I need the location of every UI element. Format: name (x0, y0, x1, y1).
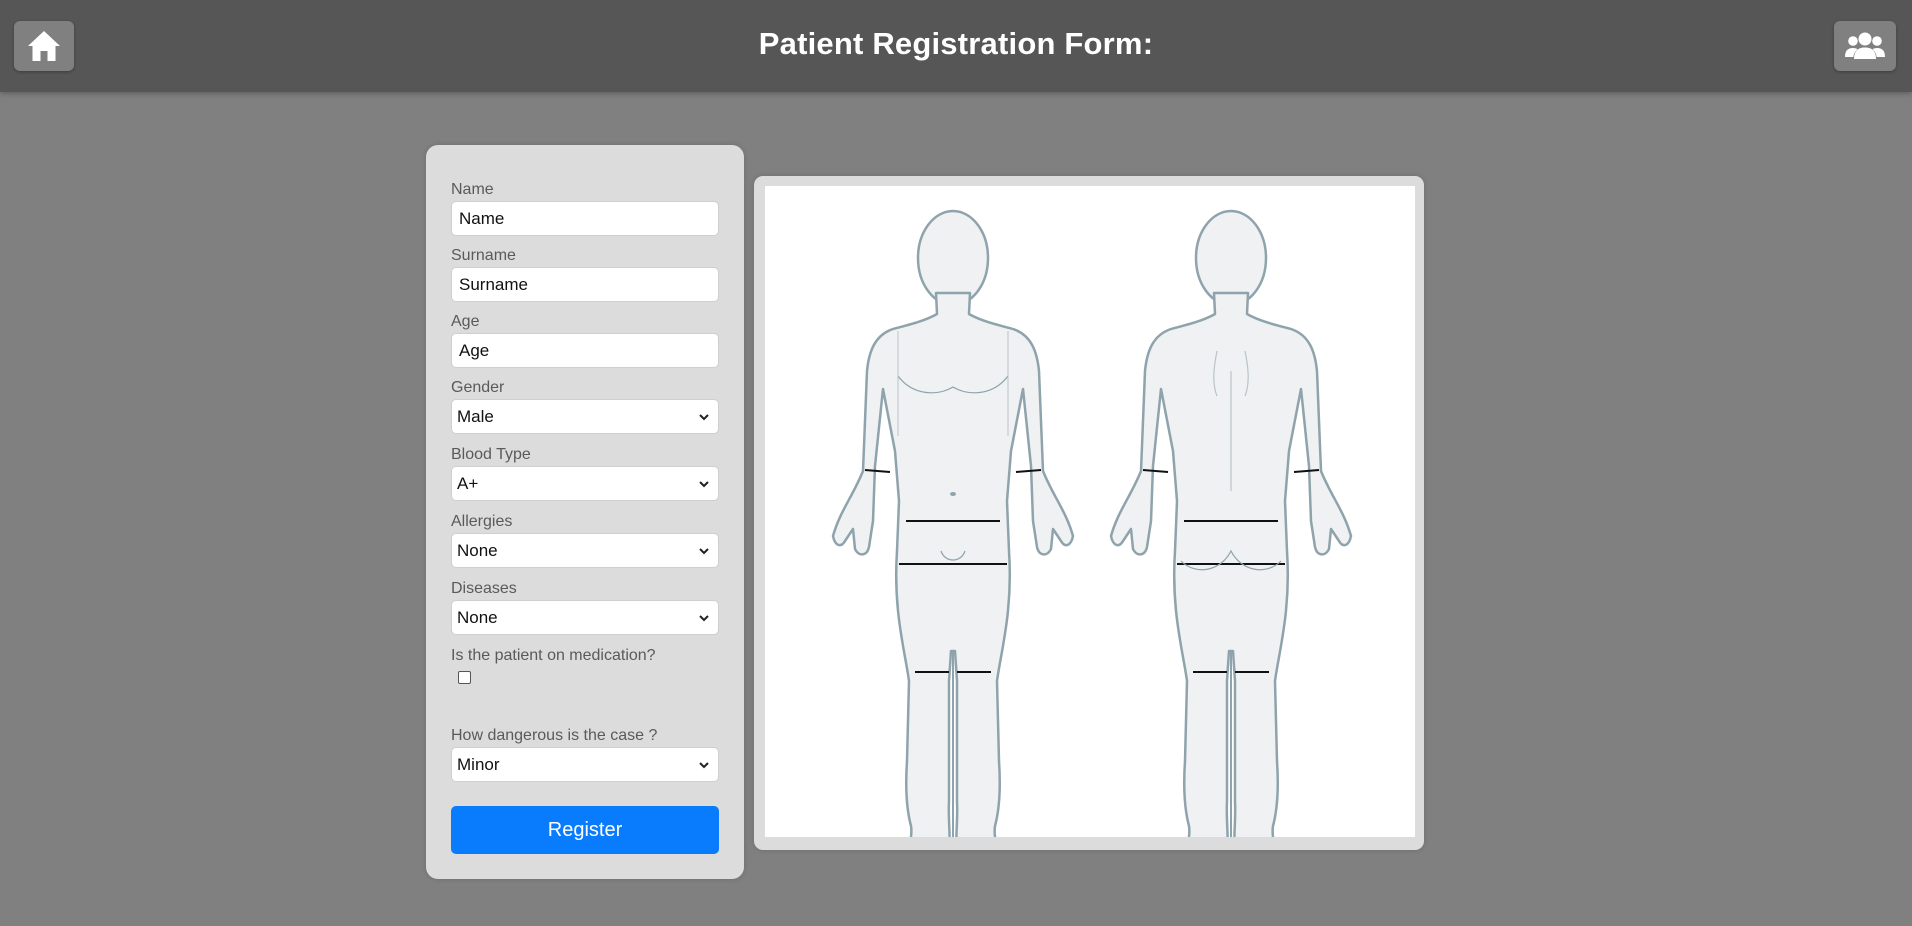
blood-type-label: Blood Type (451, 446, 531, 463)
body-diagram[interactable] (765, 186, 1415, 853)
danger-select[interactable]: Minor (451, 747, 719, 782)
gender-select[interactable]: Male (451, 399, 719, 434)
registration-form: Name Name Surname Surname Age Age Gender… (426, 145, 744, 879)
danger-value: Minor (457, 754, 500, 774)
chevron-down-icon (699, 614, 709, 621)
surname-input[interactable]: Surname (451, 267, 719, 302)
medication-checkbox[interactable] (458, 671, 471, 684)
medication-label: Is the patient on medication? (451, 647, 656, 664)
name-label: Name (451, 181, 494, 198)
patients-button[interactable] (1834, 21, 1896, 71)
page-title: Patient Registration Form: (758, 26, 1154, 61)
age-input[interactable]: Age (451, 333, 719, 368)
diseases-label: Diseases (451, 580, 517, 597)
front-body (831, 209, 1075, 853)
blood-type-value: A+ (457, 473, 479, 493)
users-icon (1845, 32, 1885, 59)
age-label: Age (451, 313, 480, 330)
chevron-down-icon (699, 547, 709, 554)
top-bar: Patient Registration Form: (0, 0, 1912, 92)
body-outline-image (831, 209, 1353, 853)
name-input[interactable]: Name (451, 201, 719, 236)
surname-label: Surname (451, 247, 516, 264)
register-button[interactable]: Register (451, 806, 719, 854)
diseases-value: None (457, 607, 498, 627)
gender-label: Gender (451, 379, 505, 396)
diseases-select[interactable]: None (451, 600, 719, 635)
back-body (1109, 209, 1353, 853)
allergies-value: None (457, 540, 498, 560)
body-diagram-card (754, 176, 1424, 853)
allergies-select[interactable]: None (451, 533, 719, 568)
blood-type-select[interactable]: A+ (451, 466, 719, 501)
chevron-down-icon (699, 413, 709, 420)
allergies-label: Allergies (451, 513, 513, 530)
gender-value: Male (457, 406, 494, 426)
chevron-down-icon (699, 761, 709, 768)
danger-label: How dangerous is the case ? (451, 727, 658, 744)
chevron-down-icon (699, 480, 709, 487)
